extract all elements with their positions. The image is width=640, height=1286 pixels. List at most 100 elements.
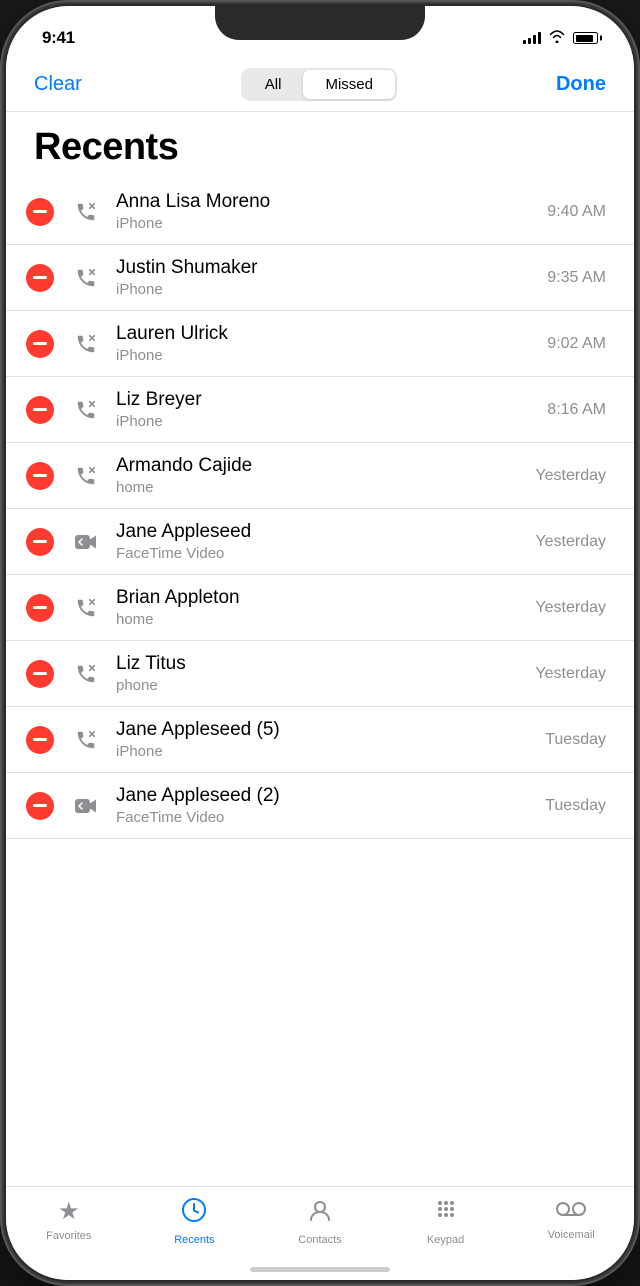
contact-type-6: home xyxy=(116,611,527,628)
contact-row-1[interactable]: Justin Shumaker iPhone 9:35 AM xyxy=(6,245,634,311)
delete-button-2[interactable] xyxy=(26,330,54,358)
wifi-icon xyxy=(549,30,565,46)
contacts-icon xyxy=(307,1197,333,1230)
delete-button-1[interactable] xyxy=(26,264,54,292)
contact-time-9: Tuesday xyxy=(545,797,606,815)
contact-type-1: iPhone xyxy=(116,281,539,298)
contact-list: Anna Lisa Moreno iPhone 9:40 AM xyxy=(6,179,634,839)
nav-bar: Clear All Missed Done xyxy=(6,56,634,112)
delete-button-0[interactable] xyxy=(26,198,54,226)
contact-row-4[interactable]: Armando Cajide home Yesterday xyxy=(6,443,634,509)
segment-missed[interactable]: Missed xyxy=(303,70,395,99)
contact-info-7: Liz Titus phone xyxy=(116,653,527,694)
tab-recents[interactable]: Recents xyxy=(132,1197,258,1246)
contact-row-5[interactable]: Jane Appleseed FaceTime Video Yesterday xyxy=(6,509,634,575)
contact-row-2[interactable]: Lauren Ulrick iPhone 9:02 AM xyxy=(6,311,634,377)
tab-bar: ★ Favorites Recents xyxy=(6,1186,634,1280)
segment-control: All Missed xyxy=(241,68,397,101)
tab-recents-label: Recents xyxy=(174,1234,214,1246)
page-title-area: Recents xyxy=(6,112,634,179)
contact-info-2: Lauren Ulrick iPhone xyxy=(116,323,539,364)
contact-row-9[interactable]: Jane Appleseed (2) FaceTime Video Tuesda… xyxy=(6,773,634,839)
contact-row-3[interactable]: Liz Breyer iPhone 8:16 AM xyxy=(6,377,634,443)
contact-info-4: Armando Cajide home xyxy=(116,455,527,496)
contact-time-2: 9:02 AM xyxy=(547,335,606,353)
favorites-icon: ★ xyxy=(58,1197,80,1226)
contact-type-8: iPhone xyxy=(116,743,537,760)
call-icon-8 xyxy=(68,722,104,758)
tab-favorites[interactable]: ★ Favorites xyxy=(6,1197,132,1242)
done-button[interactable]: Done xyxy=(556,73,606,96)
tab-voicemail[interactable]: Voicemail xyxy=(508,1197,634,1241)
contact-time-4: Yesterday xyxy=(535,467,606,485)
contact-type-5: FaceTime Video xyxy=(116,545,527,562)
contact-name-9: Jane Appleseed (2) xyxy=(116,785,537,807)
call-icon-2 xyxy=(68,326,104,362)
contact-time-0: 9:40 AM xyxy=(547,203,606,221)
delete-button-4[interactable] xyxy=(26,462,54,490)
contact-info-1: Justin Shumaker iPhone xyxy=(116,257,539,298)
notch xyxy=(215,6,425,40)
contact-info-6: Brian Appleton home xyxy=(116,587,527,628)
tab-contacts[interactable]: Contacts xyxy=(257,1197,383,1246)
tab-contacts-label: Contacts xyxy=(298,1234,341,1246)
facetime-icon-5 xyxy=(68,524,104,560)
contact-type-7: phone xyxy=(116,677,527,694)
tab-keypad[interactable]: Keypad xyxy=(383,1197,509,1246)
contact-row-7[interactable]: Liz Titus phone Yesterday xyxy=(6,641,634,707)
contact-time-7: Yesterday xyxy=(535,665,606,683)
keypad-icon xyxy=(433,1197,459,1230)
contact-row-6[interactable]: Brian Appleton home Yesterday xyxy=(6,575,634,641)
contact-row-0[interactable]: Anna Lisa Moreno iPhone 9:40 AM xyxy=(6,179,634,245)
contact-name-6: Brian Appleton xyxy=(116,587,527,609)
home-indicator xyxy=(250,1267,390,1272)
segment-all[interactable]: All xyxy=(243,70,304,99)
delete-button-9[interactable] xyxy=(26,792,54,820)
delete-button-6[interactable] xyxy=(26,594,54,622)
contact-name-3: Liz Breyer xyxy=(116,389,539,411)
recents-icon xyxy=(181,1197,207,1230)
contact-info-9: Jane Appleseed (2) FaceTime Video xyxy=(116,785,537,826)
contact-row-8[interactable]: Jane Appleseed (5) iPhone Tuesday xyxy=(6,707,634,773)
call-icon-3 xyxy=(68,392,104,428)
status-time: 9:41 xyxy=(42,28,75,48)
contact-name-5: Jane Appleseed xyxy=(116,521,527,543)
call-icon-1 xyxy=(68,260,104,296)
contact-time-3: 8:16 AM xyxy=(547,401,606,419)
delete-button-3[interactable] xyxy=(26,396,54,424)
clear-button[interactable]: Clear xyxy=(34,73,82,96)
contact-name-2: Lauren Ulrick xyxy=(116,323,539,345)
contact-time-1: 9:35 AM xyxy=(547,269,606,287)
call-icon-6 xyxy=(68,590,104,626)
voicemail-icon xyxy=(556,1197,586,1225)
tab-keypad-label: Keypad xyxy=(427,1234,464,1246)
phone-inner: 9:41 xyxy=(6,6,634,1280)
contact-type-2: iPhone xyxy=(116,347,539,364)
phone-frame: 9:41 xyxy=(0,0,640,1286)
contact-info-3: Liz Breyer iPhone xyxy=(116,389,539,430)
content-area[interactable]: Clear All Missed Done Recents xyxy=(6,56,634,1186)
contact-type-3: iPhone xyxy=(116,413,539,430)
contact-info-0: Anna Lisa Moreno iPhone xyxy=(116,191,539,232)
tab-favorites-label: Favorites xyxy=(46,1230,91,1242)
contact-type-9: FaceTime Video xyxy=(116,809,537,826)
delete-button-5[interactable] xyxy=(26,528,54,556)
delete-button-7[interactable] xyxy=(26,660,54,688)
contact-info-5: Jane Appleseed FaceTime Video xyxy=(116,521,527,562)
delete-button-8[interactable] xyxy=(26,726,54,754)
contact-name-1: Justin Shumaker xyxy=(116,257,539,279)
battery-icon xyxy=(573,32,598,44)
call-icon-0 xyxy=(68,194,104,230)
contact-name-7: Liz Titus xyxy=(116,653,527,675)
contact-type-4: home xyxy=(116,479,527,496)
contact-name-0: Anna Lisa Moreno xyxy=(116,191,539,213)
contact-time-8: Tuesday xyxy=(545,731,606,749)
signal-bars-icon xyxy=(523,32,541,44)
facetime-icon-9 xyxy=(68,788,104,824)
contact-time-5: Yesterday xyxy=(535,533,606,551)
contact-name-4: Armando Cajide xyxy=(116,455,527,477)
status-icons xyxy=(523,30,598,46)
contact-name-8: Jane Appleseed (5) xyxy=(116,719,537,741)
contact-time-6: Yesterday xyxy=(535,599,606,617)
page-title: Recents xyxy=(34,126,606,169)
